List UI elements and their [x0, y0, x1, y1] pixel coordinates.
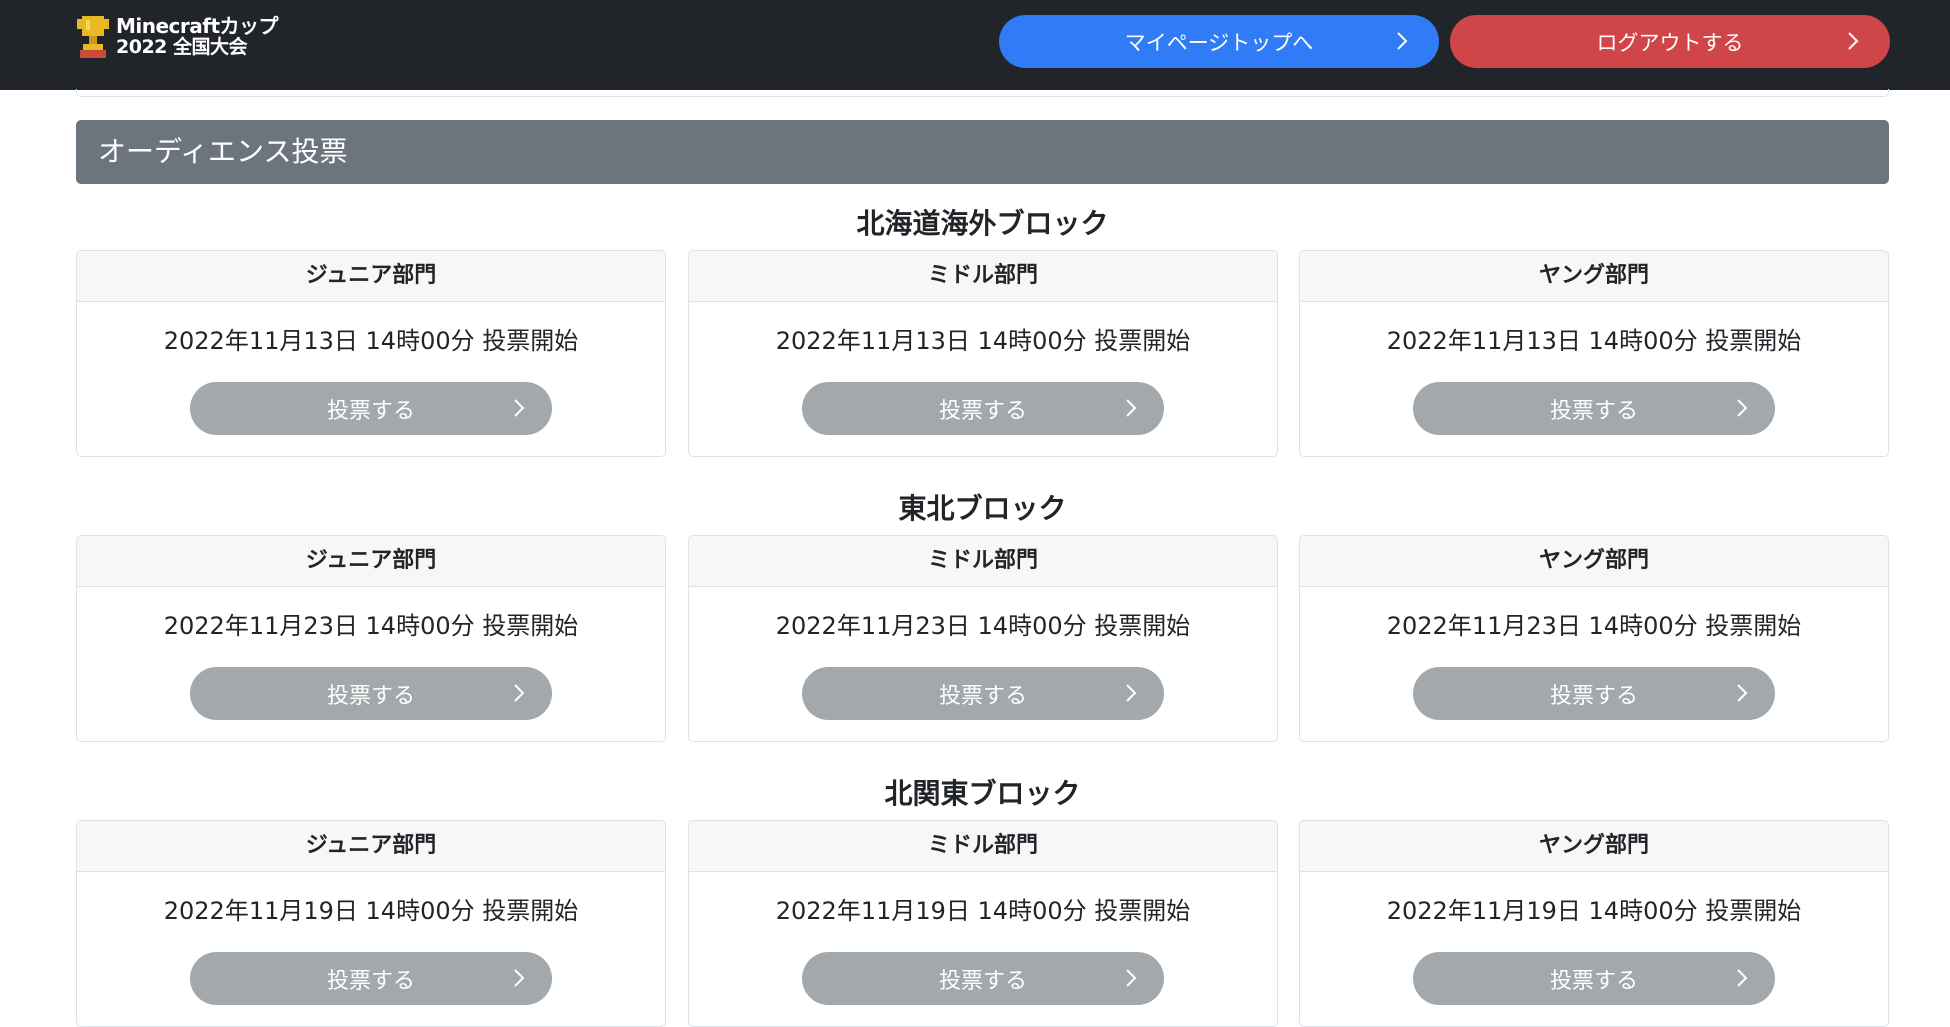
vote-button[interactable]: 投票する [802, 952, 1164, 1005]
block-title: 北関東ブロック [884, 777, 1081, 810]
vote-start-date: 2022年11月23日 14時00分 投票開始 [775, 612, 1191, 640]
vote-button-label: 投票する [326, 398, 415, 424]
previous-card-edge [76, 89, 1889, 97]
vote-card: ヤング部門 2022年11月13日 14時00分 投票開始 投票する [1299, 250, 1889, 457]
vote-button[interactable]: 投票する [1413, 382, 1775, 435]
chevron-right-icon [514, 399, 525, 417]
card-division: ヤング部門 [1300, 536, 1888, 587]
vote-button[interactable]: 投票する [1413, 952, 1775, 1005]
chevron-right-icon [1126, 969, 1137, 987]
vote-button[interactable]: 投票する [190, 952, 552, 1005]
site-logo[interactable]: Minecraftカップ 2022 全国大会 [76, 14, 279, 60]
top-navbar: Minecraftカップ 2022 全国大会 マイページトップへ ログアウトする [0, 0, 1950, 90]
logo-title: Minecraftカップ [116, 14, 279, 38]
vote-start-date: 2022年11月19日 14時00分 投票開始 [1386, 897, 1802, 925]
logout-button[interactable]: ログアウトする [1450, 15, 1890, 68]
vote-start-date: 2022年11月13日 14時00分 投票開始 [163, 327, 579, 355]
trophy-icon [77, 16, 109, 58]
card-division: ヤング部門 [1300, 251, 1888, 302]
vote-button[interactable]: 投票する [802, 382, 1164, 435]
chevron-right-icon [1737, 684, 1748, 702]
vote-start-date: 2022年11月23日 14時00分 投票開始 [163, 612, 579, 640]
audience-vote-header: オーディエンス投票 [76, 120, 1889, 184]
vote-button-label: 投票する [1549, 968, 1638, 994]
chevron-right-icon [514, 969, 525, 987]
card-division: ミドル部門 [689, 251, 1277, 302]
vote-button-label: 投票する [938, 398, 1027, 424]
chevron-right-icon [1737, 969, 1748, 987]
vote-button-label: 投票する [326, 683, 415, 709]
vote-button-label: 投票する [326, 968, 415, 994]
block-title: 北海道海外ブロック [856, 207, 1109, 240]
card-division: ヤング部門 [1300, 821, 1888, 872]
vote-button-label: 投票する [1549, 398, 1638, 424]
chevron-right-icon [514, 684, 525, 702]
vote-card: ジュニア部門 2022年11月13日 14時00分 投票開始 投票する [76, 250, 666, 457]
chevron-right-icon [1397, 32, 1408, 50]
card-division: ミドル部門 [689, 536, 1277, 587]
vote-button[interactable]: 投票する [802, 667, 1164, 720]
chevron-right-icon [1737, 399, 1748, 417]
vote-button[interactable]: 投票する [190, 667, 552, 720]
vote-button-label: 投票する [938, 683, 1027, 709]
vote-start-date: 2022年11月19日 14時00分 投票開始 [163, 897, 579, 925]
logout-label: ログアウトする [1596, 30, 1744, 55]
vote-start-date: 2022年11月19日 14時00分 投票開始 [775, 897, 1191, 925]
card-division: ジュニア部門 [77, 536, 665, 587]
card-division: ジュニア部門 [77, 251, 665, 302]
mypage-top-label: マイページトップへ [1124, 30, 1314, 55]
vote-start-date: 2022年11月13日 14時00分 投票開始 [1386, 327, 1802, 355]
mypage-top-button[interactable]: マイページトップへ [999, 15, 1439, 68]
vote-card: ミドル部門 2022年11月23日 14時00分 投票開始 投票する [688, 535, 1278, 742]
chevron-right-icon [1126, 399, 1137, 417]
vote-button-label: 投票する [938, 968, 1027, 994]
vote-card: ジュニア部門 2022年11月23日 14時00分 投票開始 投票する [76, 535, 666, 742]
card-division: ジュニア部門 [77, 821, 665, 872]
vote-card: ヤング部門 2022年11月19日 14時00分 投票開始 投票する [1299, 820, 1889, 1027]
vote-button[interactable]: 投票する [1413, 667, 1775, 720]
vote-button[interactable]: 投票する [190, 382, 552, 435]
block-title: 東北ブロック [898, 492, 1067, 525]
vote-card: ヤング部門 2022年11月23日 14時00分 投票開始 投票する [1299, 535, 1889, 742]
vote-button-label: 投票する [1549, 683, 1638, 709]
vote-card: ミドル部門 2022年11月19日 14時00分 投票開始 投票する [688, 820, 1278, 1027]
vote-start-date: 2022年11月23日 14時00分 投票開始 [1386, 612, 1802, 640]
vote-card: ミドル部門 2022年11月13日 14時00分 投票開始 投票する [688, 250, 1278, 457]
logo-subtitle: 2022 全国大会 [116, 36, 248, 58]
vote-card: ジュニア部門 2022年11月19日 14時00分 投票開始 投票する [76, 820, 666, 1027]
vote-start-date: 2022年11月13日 14時00分 投票開始 [775, 327, 1191, 355]
card-division: ミドル部門 [689, 821, 1277, 872]
chevron-right-icon [1848, 32, 1859, 50]
chevron-right-icon [1126, 684, 1137, 702]
